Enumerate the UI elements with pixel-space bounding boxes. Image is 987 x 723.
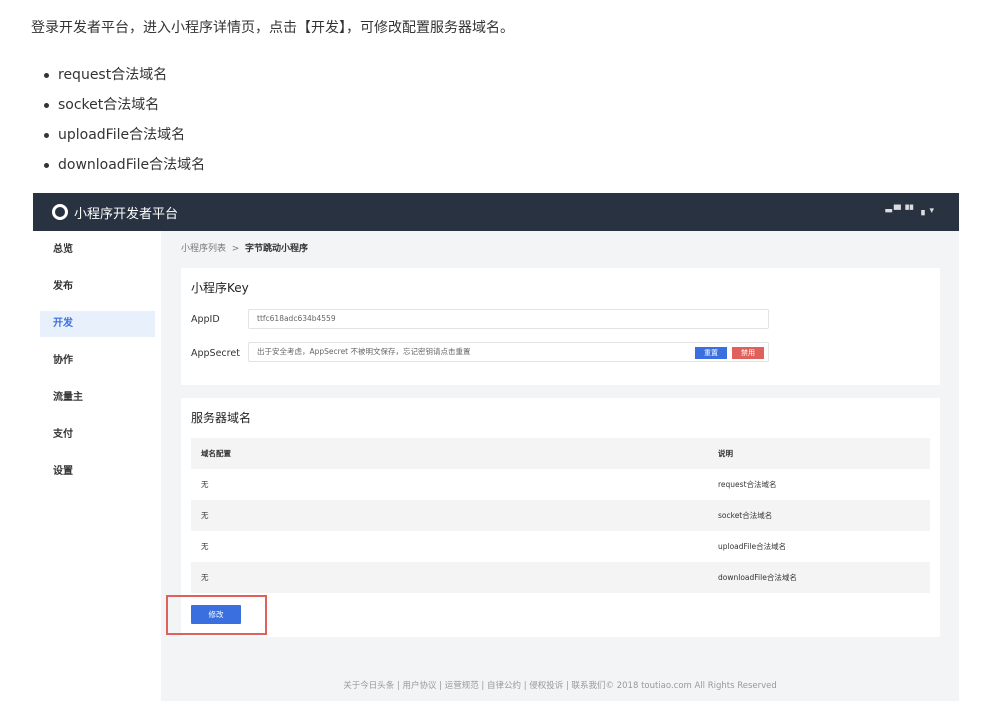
bullet-list: request合法域名 socket合法域名 uploadFile合法域名 do… bbox=[44, 60, 205, 180]
list-item: socket合法域名 bbox=[44, 90, 205, 120]
intro-text: 登录开发者平台，进入小程序详情页，点击【开发】，可修改配置服务器域名。 bbox=[31, 20, 514, 36]
appsecret-field[interactable]: 出于安全考虑，AppSecret 不被明文保存，忘记密钥请点击重置 重置 禁用 bbox=[248, 342, 769, 362]
breadcrumb: 小程序列表 > 字节跳动小程序 bbox=[181, 241, 308, 254]
user-menu[interactable]: ▬▀▝▘▗ ▾ bbox=[884, 206, 935, 216]
reset-button[interactable]: 重置 bbox=[695, 347, 727, 359]
table-row: 无 request合法域名 bbox=[191, 469, 930, 500]
appid-field[interactable]: ttfc618adc634b4559 bbox=[248, 309, 769, 329]
sidebar-item-settings[interactable]: 设置 bbox=[40, 459, 155, 485]
cell: 无 bbox=[201, 573, 209, 582]
logo-icon bbox=[48, 200, 72, 224]
cell: uploadFile合法域名 bbox=[718, 542, 787, 551]
breadcrumb-parent[interactable]: 小程序列表 bbox=[181, 244, 226, 254]
domain-card: 服务器域名 域名配置 说明 无 request合法域名 无 socket合法域名 无 u… bbox=[181, 398, 940, 637]
appid-label: AppID bbox=[191, 314, 220, 325]
table-row: 无 socket合法域名 bbox=[191, 500, 930, 531]
cell: 无 bbox=[201, 542, 209, 551]
cell: socket合法域名 bbox=[718, 511, 773, 520]
card-title: 小程序Key bbox=[191, 281, 249, 295]
column-header: 说明 bbox=[718, 449, 733, 458]
appsecret-hint: 出于安全考虑，AppSecret 不被明文保存，忘记密钥请点击重置 bbox=[257, 347, 471, 356]
sidebar-item-collab[interactable]: 协作 bbox=[40, 348, 155, 374]
highlight-box bbox=[166, 595, 267, 635]
sidebar-item-traffic[interactable]: 流量主 bbox=[40, 385, 155, 411]
list-item: request合法域名 bbox=[44, 60, 205, 90]
card-title: 服务器域名 bbox=[191, 411, 252, 425]
sidebar-item-overview[interactable]: 总览 bbox=[40, 237, 155, 263]
table-row: 无 downloadFile合法域名 bbox=[191, 562, 930, 593]
sidebar-item-publish[interactable]: 发布 bbox=[40, 274, 155, 300]
sidebar-item-develop[interactable]: 开发 bbox=[40, 311, 155, 337]
sidebar-item-pay[interactable]: 支付 bbox=[40, 422, 155, 448]
chevron-right-icon: > bbox=[231, 244, 240, 254]
cell: 无 bbox=[201, 480, 209, 489]
disable-button[interactable]: 禁用 bbox=[732, 347, 764, 359]
cell: request合法域名 bbox=[718, 480, 777, 489]
screenshot: 小程序开发者平台 ▬▀▝▘▗ ▾ 总览 发布 开发 协作 流量主 支付 设置 小… bbox=[33, 193, 959, 701]
key-card: 小程序Key AppID ttfc618adc634b4559 AppSecre… bbox=[181, 268, 940, 385]
cell: 无 bbox=[201, 511, 209, 520]
appsecret-label: AppSecret bbox=[191, 348, 240, 359]
top-bar: 小程序开发者平台 ▬▀▝▘▗ ▾ bbox=[33, 193, 959, 231]
list-item: uploadFile合法域名 bbox=[44, 120, 205, 150]
table-row: 无 uploadFile合法域名 bbox=[191, 531, 930, 562]
cell: downloadFile合法域名 bbox=[718, 573, 797, 582]
brand-title: 小程序开发者平台 bbox=[74, 206, 179, 222]
column-header: 域名配置 bbox=[201, 449, 231, 458]
domain-table: 域名配置 说明 无 request合法域名 无 socket合法域名 无 uploadF… bbox=[191, 438, 930, 593]
breadcrumb-current: 字节跳动小程序 bbox=[245, 244, 309, 254]
footer: 关于今日头条 | 用户协议 | 运营规范 | 自律公约 | 侵权投诉 | 联系我… bbox=[343, 681, 777, 691]
list-item: downloadFile合法域名 bbox=[44, 150, 205, 180]
table-header: 域名配置 说明 bbox=[191, 438, 930, 469]
sidebar: 总览 发布 开发 协作 流量主 支付 设置 bbox=[33, 231, 161, 701]
